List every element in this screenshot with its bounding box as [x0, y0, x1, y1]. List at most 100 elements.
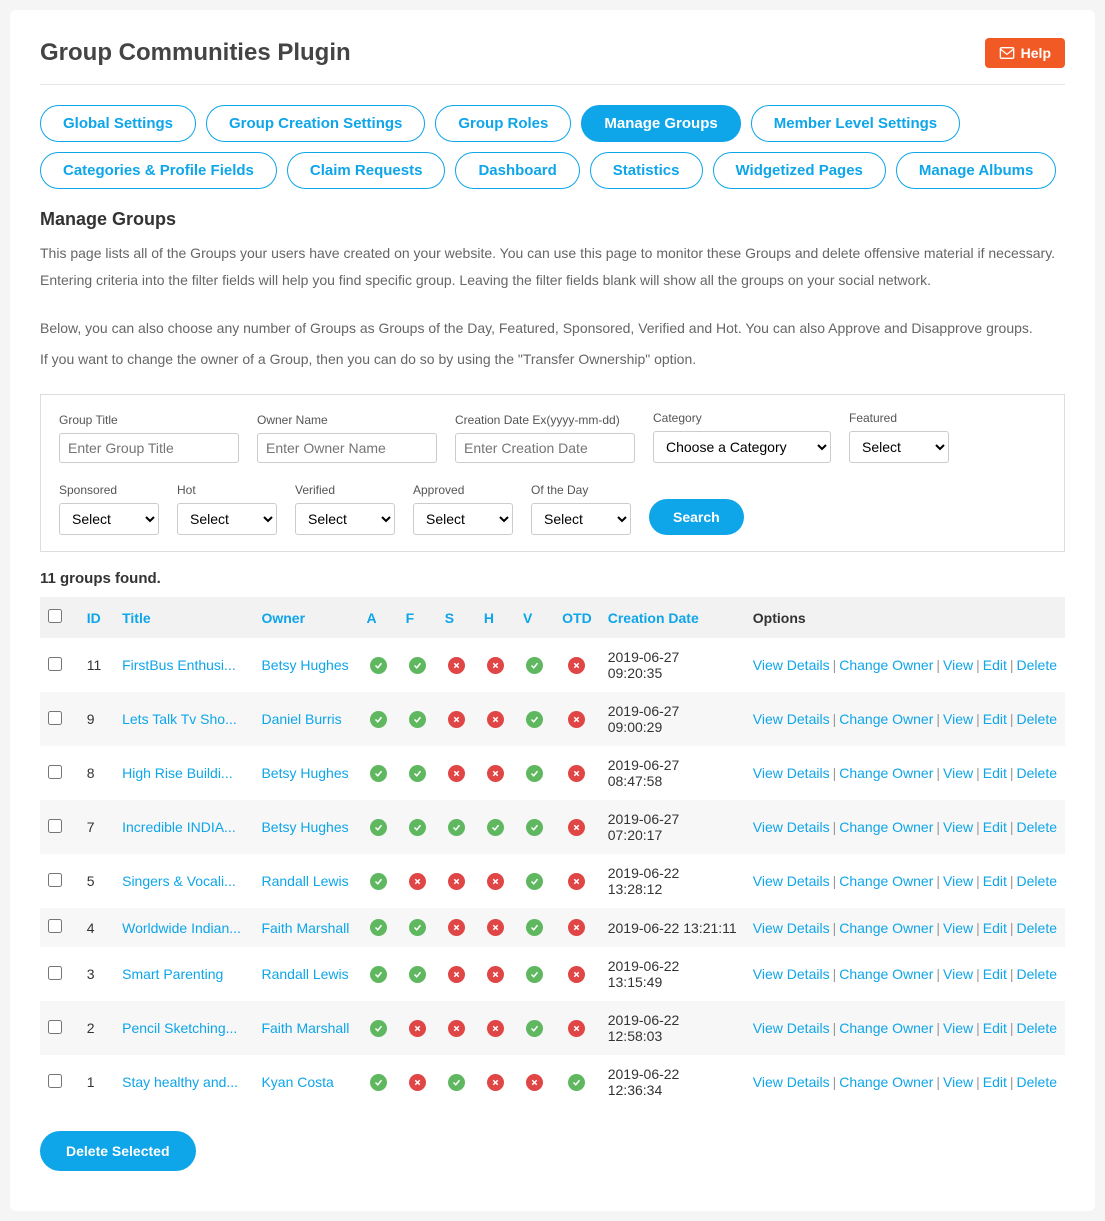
col-otd[interactable]: OTD: [554, 597, 600, 638]
x-icon[interactable]: [448, 966, 465, 983]
delete-link[interactable]: Delete: [1017, 920, 1057, 936]
x-icon[interactable]: [568, 919, 585, 936]
change-owner-link[interactable]: Change Owner: [839, 1020, 933, 1036]
check-icon[interactable]: [409, 657, 426, 674]
change-owner-link[interactable]: Change Owner: [839, 765, 933, 781]
owner-link[interactable]: Betsy Hughes: [261, 657, 348, 673]
check-icon[interactable]: [370, 1074, 387, 1091]
view-link[interactable]: View: [943, 1074, 973, 1090]
check-icon[interactable]: [526, 919, 543, 936]
check-icon[interactable]: [526, 966, 543, 983]
x-icon[interactable]: [487, 1074, 504, 1091]
check-icon[interactable]: [409, 919, 426, 936]
group-title-link[interactable]: Lets Talk Tv Sho...: [122, 711, 237, 727]
tab-group-roles[interactable]: Group Roles: [435, 105, 571, 142]
change-owner-link[interactable]: Change Owner: [839, 920, 933, 936]
x-icon[interactable]: [487, 1020, 504, 1037]
owner-link[interactable]: Betsy Hughes: [261, 819, 348, 835]
view-link[interactable]: View: [943, 819, 973, 835]
delete-link[interactable]: Delete: [1017, 711, 1057, 727]
edit-link[interactable]: Edit: [983, 920, 1007, 936]
delete-link[interactable]: Delete: [1017, 1074, 1057, 1090]
owner-link[interactable]: Faith Marshall: [261, 1020, 349, 1036]
of-the-day-select[interactable]: Select: [531, 503, 631, 535]
col-id[interactable]: ID: [79, 597, 114, 638]
owner-link[interactable]: Daniel Burris: [261, 711, 341, 727]
check-icon[interactable]: [526, 1020, 543, 1037]
row-checkbox[interactable]: [48, 711, 62, 725]
view-link[interactable]: View: [943, 873, 973, 889]
view-details-link[interactable]: View Details: [753, 920, 830, 936]
x-icon[interactable]: [568, 873, 585, 890]
x-icon[interactable]: [448, 765, 465, 782]
edit-link[interactable]: Edit: [983, 873, 1007, 889]
x-icon[interactable]: [409, 1020, 426, 1037]
check-icon[interactable]: [370, 711, 387, 728]
group-title-link[interactable]: High Rise Buildi...: [122, 765, 233, 781]
x-icon[interactable]: [526, 1074, 543, 1091]
x-icon[interactable]: [487, 966, 504, 983]
change-owner-link[interactable]: Change Owner: [839, 819, 933, 835]
edit-link[interactable]: Edit: [983, 657, 1007, 673]
delete-link[interactable]: Delete: [1017, 765, 1057, 781]
col-a[interactable]: A: [358, 597, 397, 638]
change-owner-link[interactable]: Change Owner: [839, 873, 933, 889]
group-title-link[interactable]: Pencil Sketching...: [122, 1020, 237, 1036]
change-owner-link[interactable]: Change Owner: [839, 711, 933, 727]
check-icon[interactable]: [409, 819, 426, 836]
check-icon[interactable]: [526, 819, 543, 836]
x-icon[interactable]: [448, 919, 465, 936]
group-title-link[interactable]: Smart Parenting: [122, 966, 223, 982]
edit-link[interactable]: Edit: [983, 966, 1007, 982]
row-checkbox[interactable]: [48, 765, 62, 779]
check-icon[interactable]: [526, 765, 543, 782]
group-title-input[interactable]: [59, 433, 239, 463]
x-icon[interactable]: [568, 1020, 585, 1037]
row-checkbox[interactable]: [48, 657, 62, 671]
row-checkbox[interactable]: [48, 919, 62, 933]
delete-link[interactable]: Delete: [1017, 966, 1057, 982]
tab-statistics[interactable]: Statistics: [590, 152, 703, 189]
x-icon[interactable]: [568, 657, 585, 674]
group-title-link[interactable]: Singers & Vocali...: [122, 873, 236, 889]
hot-select[interactable]: Select: [177, 503, 277, 535]
group-title-link[interactable]: Stay healthy and...: [122, 1074, 238, 1090]
check-icon[interactable]: [526, 873, 543, 890]
x-icon[interactable]: [568, 819, 585, 836]
row-checkbox[interactable]: [48, 1020, 62, 1034]
col-s[interactable]: S: [437, 597, 476, 638]
view-link[interactable]: View: [943, 657, 973, 673]
edit-link[interactable]: Edit: [983, 765, 1007, 781]
x-icon[interactable]: [409, 873, 426, 890]
check-icon[interactable]: [370, 873, 387, 890]
view-link[interactable]: View: [943, 966, 973, 982]
x-icon[interactable]: [487, 657, 504, 674]
owner-link[interactable]: Kyan Costa: [261, 1074, 333, 1090]
tab-manage-albums[interactable]: Manage Albums: [896, 152, 1056, 189]
tab-manage-groups[interactable]: Manage Groups: [581, 105, 740, 142]
check-icon[interactable]: [370, 966, 387, 983]
col-f[interactable]: F: [398, 597, 437, 638]
delete-selected-button[interactable]: Delete Selected: [40, 1131, 196, 1171]
check-icon[interactable]: [487, 819, 504, 836]
search-button[interactable]: Search: [649, 499, 744, 535]
view-details-link[interactable]: View Details: [753, 711, 830, 727]
check-icon[interactable]: [370, 819, 387, 836]
row-checkbox[interactable]: [48, 873, 62, 887]
x-icon[interactable]: [568, 966, 585, 983]
view-details-link[interactable]: View Details: [753, 1020, 830, 1036]
delete-link[interactable]: Delete: [1017, 819, 1057, 835]
x-icon[interactable]: [409, 1074, 426, 1091]
check-icon[interactable]: [409, 711, 426, 728]
tab-group-creation-settings[interactable]: Group Creation Settings: [206, 105, 425, 142]
view-details-link[interactable]: View Details: [753, 819, 830, 835]
x-icon[interactable]: [487, 711, 504, 728]
check-icon[interactable]: [568, 1074, 585, 1091]
edit-link[interactable]: Edit: [983, 1074, 1007, 1090]
row-checkbox[interactable]: [48, 819, 62, 833]
group-title-link[interactable]: Worldwide Indian...: [122, 920, 241, 936]
edit-link[interactable]: Edit: [983, 1020, 1007, 1036]
owner-name-input[interactable]: [257, 433, 437, 463]
delete-link[interactable]: Delete: [1017, 873, 1057, 889]
approved-select[interactable]: Select: [413, 503, 513, 535]
